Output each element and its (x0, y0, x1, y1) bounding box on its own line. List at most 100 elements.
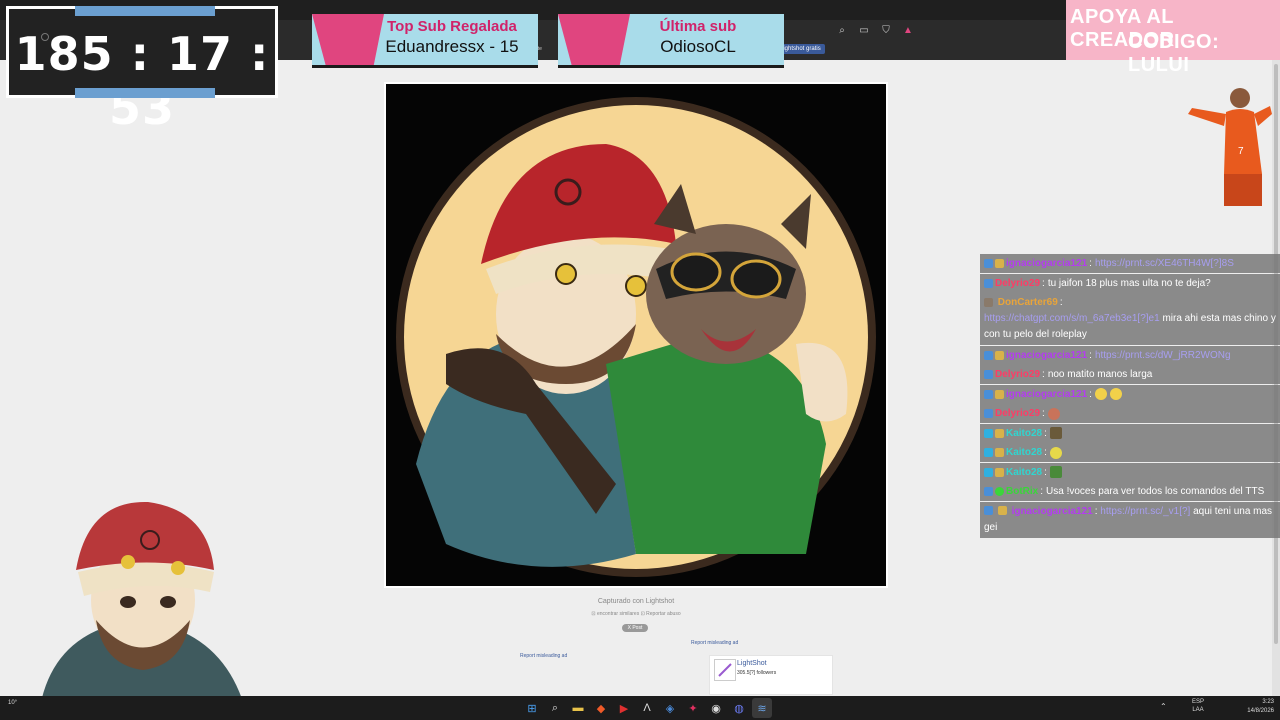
badge-icon (984, 467, 993, 477)
emote-icon (1049, 427, 1062, 439)
lightshot-sublinks[interactable]: ⊡ encontrar similares ⊡ Reportar abuso (560, 611, 712, 617)
chat-text[interactable]: https://prnt.sc/XE46TH4W[?]8S (1095, 254, 1234, 273)
badge-icon (997, 506, 1007, 516)
top-sub-panel: Top Sub Regalada Eduandressx - 15 (312, 14, 538, 68)
screen-icon[interactable]: ▭ (858, 24, 870, 36)
last-sub-decoration (558, 14, 630, 68)
chat-username: Delyrio29 (995, 369, 1041, 380)
report-misleading-ad-link-left[interactable]: Report misleading ad (520, 653, 567, 659)
input-language[interactable]: ESP LAA (1192, 698, 1204, 714)
lightshot-screenshot-image[interactable] (384, 82, 888, 588)
support-line-2: CODIGO: LULUI (1128, 31, 1220, 76)
badge-icon (984, 428, 993, 438)
chat-text: Usa !voces para ver todos los comandos d… (1046, 486, 1265, 497)
media-icon[interactable]: ▶ (614, 698, 634, 718)
top-sub-title: Top Sub Regalada (387, 18, 517, 35)
chat-text: tu jaifon 18 plus mas ulta no te deja? (1047, 277, 1211, 289)
timer-digits: 185 : 17 : 53 (14, 27, 270, 135)
badge-icon (984, 350, 993, 360)
last-sub-title: Última sub (659, 18, 737, 35)
badge-icon (984, 506, 993, 516)
chat-message: Delyrio29: noo matito manos larga (980, 365, 1280, 384)
emote-icon (1049, 466, 1062, 478)
start-icon[interactable]: ⊞ (522, 698, 542, 718)
chat-overlay: ignaciogarcia121: https://prnt.sc/XE46TH… (980, 254, 1280, 538)
chat-username: DonCarter69 (997, 297, 1058, 308)
shield-icon[interactable]: ⛉ (880, 24, 892, 36)
lightshot-followers: 305.5[?] followers (737, 670, 777, 676)
top-sub-decoration (312, 14, 384, 68)
lightshot-logo-icon (714, 659, 736, 681)
support-creator-banner: APOYA AL CREADOR CODIGO: LULUI (1066, 0, 1280, 76)
badge-icon (995, 467, 1004, 477)
chat-message: ignaciogarcia121: https://prnt.sc/_v1[?]… (980, 501, 1280, 538)
badge-icon (984, 278, 993, 288)
chat-message: ignaciogarcia121: https://prnt.sc/XE46TH… (980, 254, 1280, 273)
chat-message: Kaito28: (980, 443, 1280, 462)
chevron-up-icon[interactable]: ⌃ (1160, 702, 1167, 711)
emote-icon (1049, 446, 1062, 459)
chat-message: DonCarter69: https://chatgpt.com/s/m_6a7… (980, 293, 1280, 345)
badge-icon (984, 448, 993, 457)
chat-link[interactable]: https://chatgpt.com/s/m_6a7eb3e1[?]e1 (984, 313, 1160, 324)
chat-message: ignaciogarcia121: (980, 384, 1280, 404)
emote-icon (1109, 388, 1122, 400)
emote-icon (1047, 407, 1060, 420)
badge-icon (995, 428, 1004, 438)
top-sub-edge (312, 65, 538, 68)
chat-username: ignaciogarcia121 (1011, 505, 1093, 517)
lightshot-follow-card[interactable]: LightShot 305.5[?] followers (709, 655, 833, 695)
zoom-icon[interactable]: ⌕ (836, 24, 848, 36)
taskbar-clock[interactable]: 3:23 14/8/2026 (1240, 698, 1274, 716)
svg-text:7: 7 (1238, 146, 1244, 157)
discord-icon[interactable]: ◍ (729, 698, 749, 718)
top-sub-value: Eduandressx - 15 (385, 37, 519, 56)
obs-icon[interactable]: ◉ (706, 698, 726, 718)
weather-widget[interactable]: 10° (8, 700, 17, 706)
chat-message: ignaciogarcia121: https://prnt.sc/dW_jRR… (980, 345, 1280, 365)
illustration-image (386, 84, 886, 586)
streamer-avatar (38, 501, 248, 720)
triangle-icon[interactable]: ▲ (902, 24, 914, 36)
chat-username: BotRix (1006, 486, 1039, 497)
badge-icon (995, 448, 1004, 457)
brave-icon[interactable]: ◆ (591, 698, 611, 718)
badge-icon (995, 350, 1004, 360)
last-sub-panel: Última sub OdiosoCL (558, 14, 784, 68)
chat-link[interactable]: https://prnt.sc/_v1[?] (1100, 506, 1190, 517)
emote-icon (1094, 388, 1107, 400)
chat-username: Kaito28 (1006, 427, 1043, 439)
steam-icon[interactable]: ≋ (752, 698, 772, 718)
system-tray: ⌃ (1160, 702, 1167, 711)
chat-username: Delyrio29 (995, 408, 1041, 419)
chat-username: ignaciogarcia121 (1006, 349, 1088, 361)
stream-timer: 185 : 17 : 53 (6, 6, 278, 135)
terminal-icon[interactable]: Λ (637, 698, 657, 718)
folder-icon[interactable]: ▬ (568, 698, 588, 718)
windows-taskbar: 10° ⊞ ⌕ ▬ ◆ ▶ Λ ◈ ✦ ◉ ◍ ≋ ⌃ ESP LAA 3:23… (0, 696, 1280, 720)
clock-date: 14/8/2026 (1247, 708, 1274, 714)
badge-icon (995, 259, 1004, 268)
search-icon[interactable]: ⌕ (545, 698, 565, 718)
last-sub-edge (558, 65, 784, 68)
app-icon-2[interactable]: ✦ (683, 698, 703, 718)
chat-username: ignaciogarcia121 (1006, 258, 1088, 269)
lang-line-2: LAA (1192, 707, 1204, 713)
last-sub-value: OdiosoCL (660, 37, 736, 56)
badge-icon (984, 487, 993, 496)
badge-icon (984, 297, 993, 307)
chat-text[interactable]: https://prnt.sc/dW_jRR2WONg (1095, 346, 1231, 365)
lightshot-name: LightShot (737, 660, 767, 667)
report-misleading-ad-link-right[interactable]: Report misleading ad (691, 640, 738, 646)
browser-toolbar: ⌕ ▭ ⛉ ▲ (836, 24, 914, 36)
lang-line-1: ESP (1192, 699, 1205, 705)
chat-message: Kaito28: (980, 462, 1280, 482)
badge-icon (984, 389, 993, 399)
x-post-button[interactable]: X Post (622, 624, 648, 632)
app-icon[interactable]: ◈ (660, 698, 680, 718)
timer-accent-top (75, 6, 215, 16)
chat-message: BotRix: Usa !voces para ver todos los co… (980, 482, 1280, 501)
badge-icon (984, 370, 993, 379)
chat-username: Delyrio29 (995, 277, 1041, 289)
chat-message: Kaito28: (980, 423, 1280, 443)
